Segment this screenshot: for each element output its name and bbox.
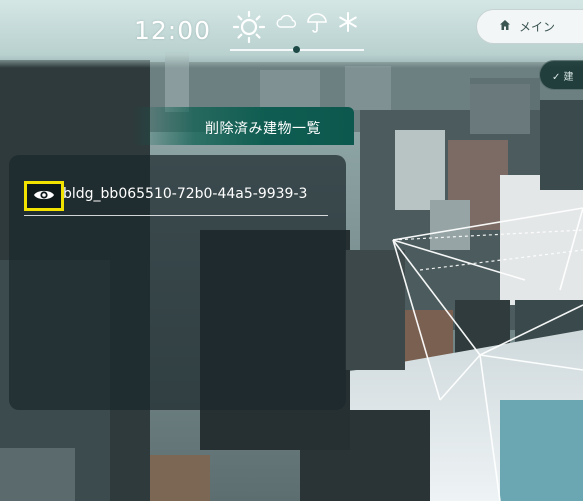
eye-icon — [33, 187, 55, 206]
deleted-buildings-title: 削除済み建物一覧 — [205, 121, 321, 137]
home-icon — [499, 19, 511, 34]
main-menu-label: メイン — [519, 20, 556, 34]
clock-time: 12:00 — [134, 16, 212, 45]
deleted-building-row: bldg_bb065510-72b0-44a5-9939-3 — [24, 180, 328, 218]
show-building-button[interactable] — [24, 181, 64, 211]
snow-icon[interactable] — [338, 12, 358, 36]
cloud-icon[interactable] — [276, 14, 298, 33]
time-slider-thumb[interactable] — [293, 46, 300, 53]
main-menu-button[interactable]: メイン — [476, 9, 583, 44]
umbrella-icon[interactable] — [306, 12, 328, 38]
side-chip-label: ✓ 建 — [552, 71, 574, 83]
side-toggle-chip[interactable]: ✓ 建 — [539, 60, 583, 90]
sun-icon[interactable] — [232, 10, 266, 48]
row-divider — [24, 215, 328, 216]
building-id-label: bldg_bb065510-72b0-44a5-9939-3 — [63, 186, 308, 202]
